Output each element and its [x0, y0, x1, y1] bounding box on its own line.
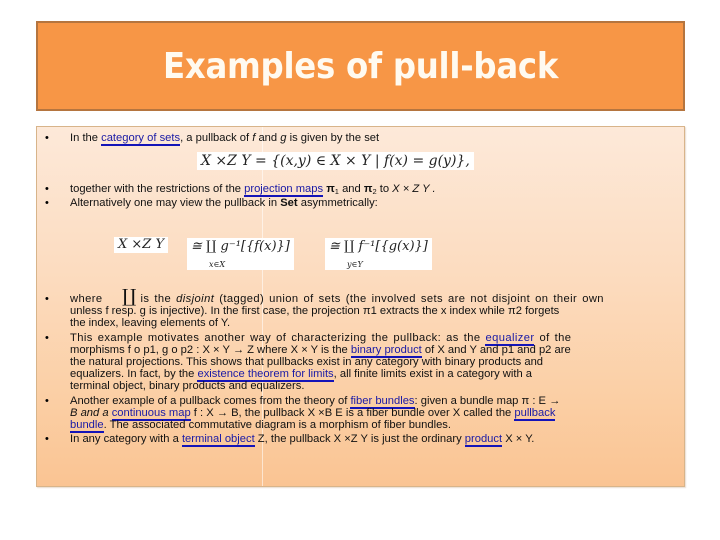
- formula-pullback-set: X ×Z Y = {(x,y) ∈ X × Y | f(x) = g(y)},: [197, 152, 474, 170]
- bullet-4-line-2: unless f resp. g is injective). In the f…: [70, 305, 560, 317]
- bullet-5-line-5: terminal object, binary products and equ…: [70, 380, 305, 392]
- bullet-6-line-2: B and a continuous map f : X → B, the pu…: [70, 407, 556, 421]
- content-panel: • In the category of sets, a pullback of…: [36, 126, 685, 487]
- bullet-marker: •: [45, 293, 49, 305]
- bullet-1-text: In the category of sets, a pullback of f…: [70, 132, 380, 146]
- bullet-marker: •: [45, 395, 49, 407]
- bullet-2-text: together with the restrictions of the pr…: [70, 183, 436, 197]
- bullet-marker: •: [45, 433, 49, 445]
- bullet-5-line-4: equalizers. In fact, by the existence th…: [70, 368, 532, 382]
- link-bundle[interactable]: bundle: [70, 419, 104, 433]
- formula-coproduct-y: ≅ ∐ f⁻¹[{g(x)}] y∈Y: [325, 238, 432, 270]
- coproduct-symbol: ∐: [122, 286, 137, 307]
- bullet-6-line-1: Another example of a pullback comes from…: [70, 395, 561, 409]
- link-category-of-sets[interactable]: category of sets: [101, 132, 181, 146]
- link-terminal-object[interactable]: terminal object: [181, 433, 255, 447]
- bullet-6-line-3: bundle. The associated commutative diagr…: [70, 419, 451, 433]
- formula-lhs: X ×Z Y: [114, 237, 169, 253]
- link-product[interactable]: product: [464, 433, 503, 447]
- bullet-marker: •: [45, 183, 49, 195]
- bullet-7-text: In any category with a terminal object Z…: [70, 433, 535, 447]
- bullet-marker: •: [45, 332, 49, 344]
- slide-title-banner: Examples of pull-back: [36, 21, 685, 111]
- bullet-5-line-2: morphisms f o p1, g o p2 : X × Y → Z whe…: [70, 344, 571, 358]
- bullet-4-line-1: where is the disjoint (tagged) union of …: [70, 293, 604, 305]
- bullet-4-line-3: the index, leaving elements of Y.: [70, 317, 231, 329]
- slide-title: Examples of pull-back: [162, 45, 559, 87]
- bullet-marker: •: [45, 132, 49, 144]
- formula-coproduct-x: ≅ ∐ g⁻¹[{f(x)}] x∈X: [187, 238, 294, 270]
- link-projection-maps[interactable]: projection maps: [244, 183, 324, 197]
- bullet-5-line-1: This example motivates another way of ch…: [70, 332, 572, 346]
- index-x: x∈X: [209, 260, 226, 269]
- bullet-5-line-3: the natural projections. This shows that…: [70, 356, 544, 368]
- index-y: y∈Y: [347, 260, 363, 269]
- bullet-3-text: Alternatively one may view the pullback …: [70, 197, 378, 209]
- bullet-marker: •: [45, 197, 49, 209]
